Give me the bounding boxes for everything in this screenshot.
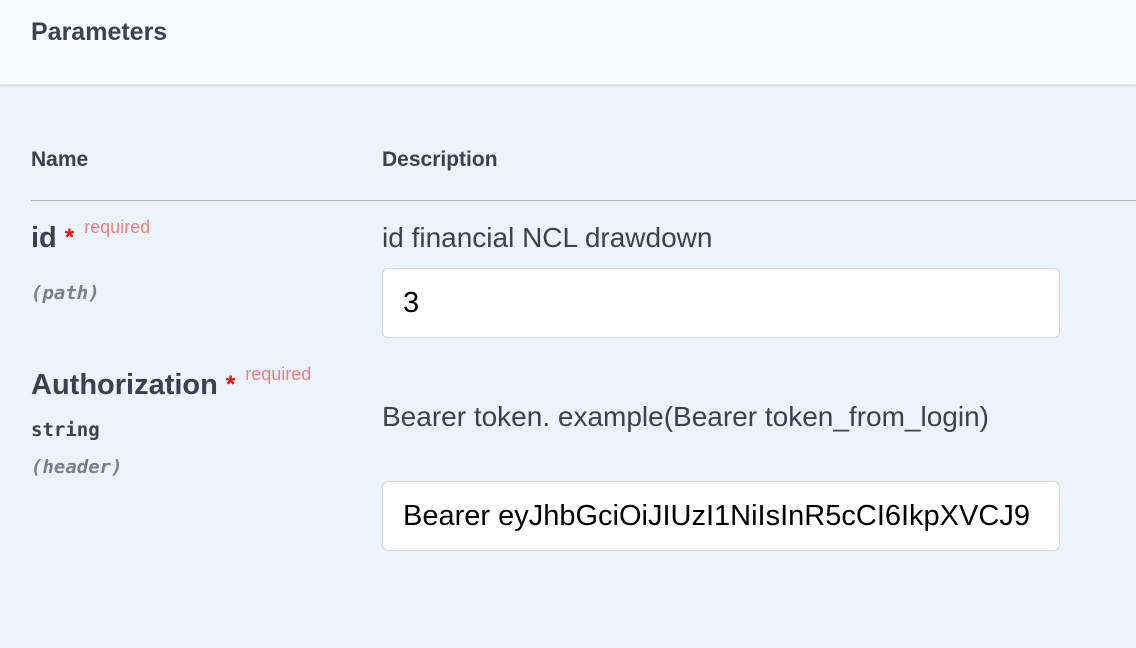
param-location: (header) bbox=[31, 456, 123, 478]
param-name-label: id bbox=[31, 222, 57, 254]
parameters-section-header: Parameters bbox=[0, 0, 1136, 85]
column-header-description: Description bbox=[382, 148, 498, 171]
required-star: * bbox=[225, 371, 236, 398]
param-location: (path) bbox=[31, 282, 100, 304]
param-description: Bearer token. example(Bearer token_from_… bbox=[382, 401, 989, 432]
param-description: id financial NCL drawdown bbox=[382, 222, 713, 253]
authorization-input[interactable] bbox=[382, 481, 1060, 551]
required-star: * bbox=[64, 224, 75, 251]
param-name-authorization: Authorization * required bbox=[31, 364, 311, 402]
param-name-id: id * required bbox=[31, 217, 150, 255]
required-label: required bbox=[84, 217, 151, 237]
param-type: string bbox=[31, 419, 100, 441]
id-input[interactable] bbox=[382, 268, 1060, 338]
required-label: required bbox=[245, 364, 312, 384]
column-header-name: Name bbox=[31, 148, 89, 171]
header-divider bbox=[31, 200, 1136, 201]
param-name-label: Authorization bbox=[31, 369, 218, 401]
section-title: Parameters bbox=[31, 18, 168, 46]
